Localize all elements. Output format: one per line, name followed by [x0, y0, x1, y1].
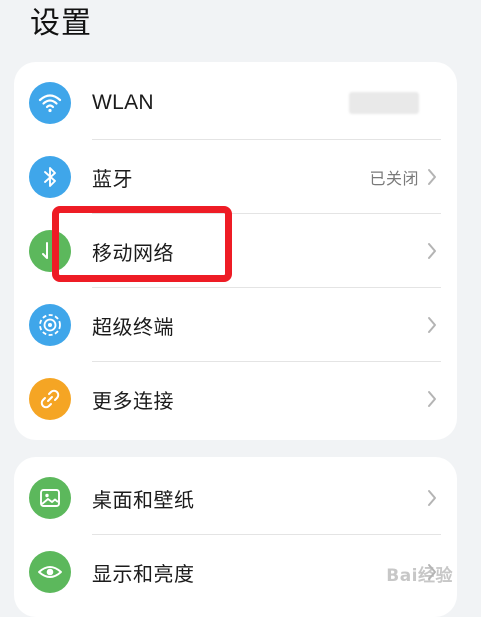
super-device-icon [29, 304, 71, 346]
settings-item-label: 更多连接 [92, 388, 174, 413]
settings-item-label: WLAN [92, 91, 154, 114]
settings-item-label: 移动网络 [92, 240, 174, 265]
settings-item-more-connections[interactable]: 更多连接 [14, 362, 457, 436]
settings-item-label: 显示和亮度 [92, 561, 195, 586]
settings-item-wlan[interactable]: WLAN [14, 66, 457, 140]
chevron-right-icon [425, 389, 439, 409]
connectivity-group: WLAN 蓝牙 已关闭 移动网络 超级终端 更多连接 [14, 62, 457, 440]
settings-item-super-device[interactable]: 超级终端 [14, 288, 457, 362]
chevron-right-icon [425, 315, 439, 335]
page-title: 设置 [30, 6, 92, 41]
settings-item-label: 桌面和壁纸 [92, 487, 195, 512]
settings-item-wallpaper[interactable]: 桌面和壁纸 [14, 461, 457, 535]
settings-item-label: 超级终端 [92, 314, 174, 339]
chevron-right-icon [425, 167, 439, 187]
wifi-icon [29, 82, 71, 124]
wlan-status-redacted [349, 92, 419, 114]
bluetooth-icon [29, 156, 71, 198]
settings-item-bluetooth[interactable]: 蓝牙 已关闭 [14, 140, 457, 214]
chevron-right-icon [425, 241, 439, 261]
mobile-network-icon [29, 230, 71, 272]
settings-item-mobile-network[interactable]: 移动网络 [14, 214, 457, 288]
bluetooth-status: 已关闭 [369, 169, 419, 188]
link-icon [29, 378, 71, 420]
watermark: Bai经验 [386, 566, 453, 586]
settings-item-label: 蓝牙 [92, 166, 133, 191]
eye-icon [29, 551, 71, 593]
chevron-right-icon [425, 488, 439, 508]
wallpaper-icon [29, 477, 71, 519]
display-group: 桌面和壁纸 显示和亮度 [14, 457, 457, 617]
